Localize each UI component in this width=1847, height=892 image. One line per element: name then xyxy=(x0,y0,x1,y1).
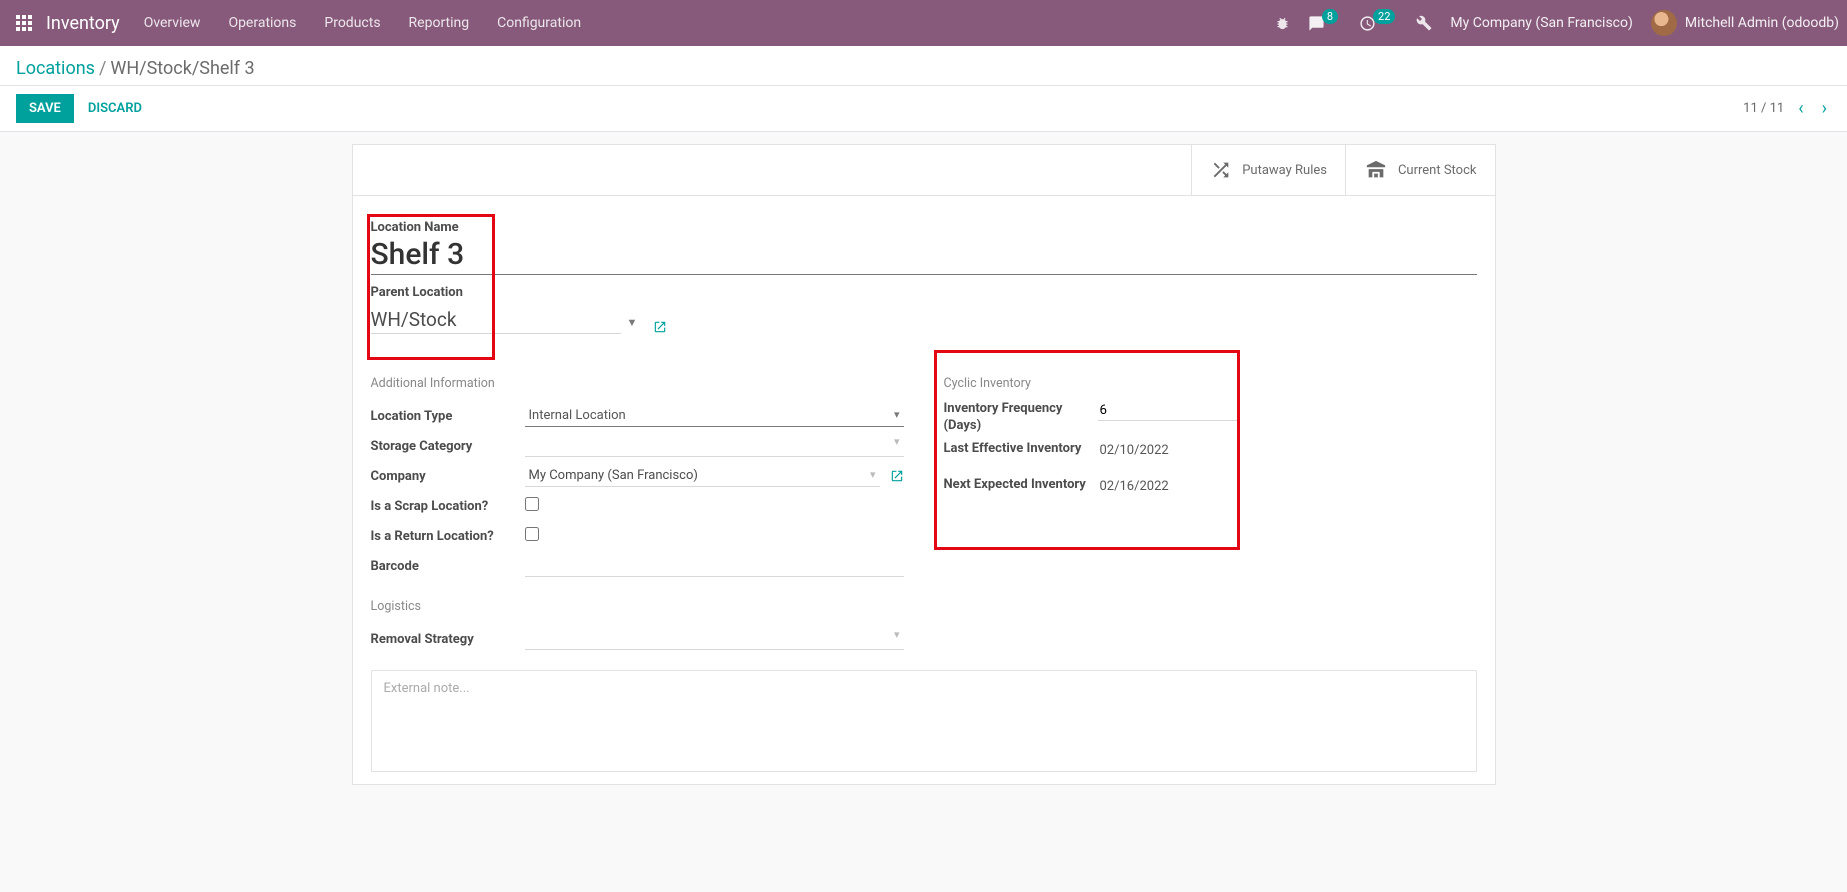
breadcrumb-row: Locations/WH/Stock/Shelf 3 xyxy=(0,46,1847,86)
last-inventory-label: Last Effective Inventory xyxy=(944,441,1098,458)
putaway-label: Putaway Rules xyxy=(1242,163,1327,178)
pager-prev[interactable]: ‹ xyxy=(1794,96,1807,121)
current-stock-button[interactable]: Current Stock xyxy=(1345,145,1495,195)
location-type-select[interactable]: Internal Location xyxy=(525,405,904,427)
removal-strategy-label: Removal Strategy xyxy=(371,632,525,647)
topbar-right: 8 22 My Company (San Francisco) Mitchell… xyxy=(1275,10,1839,36)
breadcrumb-current: WH/Stock/Shelf 3 xyxy=(110,58,254,79)
action-row: SAVE DISCARD 11 / 11 ‹ › xyxy=(0,86,1847,132)
messages-badge: 8 xyxy=(1322,9,1338,24)
app-brand[interactable]: Inventory xyxy=(46,13,120,34)
location-name-label: Location Name xyxy=(371,220,1477,235)
parent-location-input[interactable]: WH/Stock xyxy=(371,306,621,334)
activities-icon[interactable]: 22 xyxy=(1359,15,1398,32)
main-nav: Overview Operations Products Reporting C… xyxy=(144,15,581,31)
scrap-label: Is a Scrap Location? xyxy=(371,499,525,514)
removal-strategy-select[interactable] xyxy=(525,628,904,650)
title-block: Location Name Parent Location WH/Stock ▼ xyxy=(371,214,1477,348)
tools-icon[interactable] xyxy=(1416,15,1432,31)
current-stock-label: Current Stock xyxy=(1398,163,1477,178)
scrap-checkbox[interactable] xyxy=(525,497,539,511)
topbar: Inventory Overview Operations Products R… xyxy=(0,0,1847,46)
nav-configuration[interactable]: Configuration xyxy=(497,15,581,31)
putaway-rules-button[interactable]: Putaway Rules xyxy=(1191,145,1345,195)
discard-button[interactable]: DISCARD xyxy=(88,101,142,116)
save-button[interactable]: SAVE xyxy=(16,94,74,123)
activities-badge: 22 xyxy=(1373,9,1395,24)
next-inventory-label: Next Expected Inventory xyxy=(944,477,1098,494)
return-label: Is a Return Location? xyxy=(371,529,525,544)
storage-category-label: Storage Category xyxy=(371,439,525,454)
pager: 11 / 11 ‹ › xyxy=(1743,96,1831,121)
nav-operations[interactable]: Operations xyxy=(228,15,296,31)
inventory-frequency-label: Inventory Frequency (Days) xyxy=(944,401,1098,435)
external-link-icon[interactable] xyxy=(653,320,667,334)
form-sheet: Putaway Rules Current Stock Location Nam… xyxy=(352,144,1496,785)
logistics-header: Logistics xyxy=(371,599,904,614)
left-column: Additional Information Location Type Int… xyxy=(371,370,904,654)
nav-products[interactable]: Products xyxy=(324,15,380,31)
additional-info-header: Additional Information xyxy=(371,376,904,391)
barcode-input[interactable] xyxy=(525,555,904,577)
next-inventory-value: 02/16/2022 xyxy=(1098,477,1477,496)
breadcrumb: Locations/WH/Stock/Shelf 3 xyxy=(16,58,1831,79)
pager-next[interactable]: › xyxy=(1818,96,1831,121)
user-menu[interactable]: Mitchell Admin (odoodb) xyxy=(1651,10,1839,36)
nav-overview[interactable]: Overview xyxy=(144,15,201,31)
cyclic-inventory-header: Cyclic Inventory xyxy=(944,376,1477,391)
company-label: Company xyxy=(371,469,525,484)
location-name-input[interactable] xyxy=(371,235,1477,275)
user-name: Mitchell Admin (odoodb) xyxy=(1685,15,1839,31)
company-select[interactable]: My Company (San Francisco) xyxy=(525,465,880,487)
location-type-label: Location Type xyxy=(371,409,525,424)
nav-reporting[interactable]: Reporting xyxy=(409,15,470,31)
external-note xyxy=(371,670,1477,772)
apps-icon[interactable] xyxy=(8,15,40,31)
avatar xyxy=(1651,10,1677,36)
last-inventory-value: 02/10/2022 xyxy=(1098,441,1477,460)
company-external-link-icon[interactable] xyxy=(890,469,904,483)
chevron-down-icon[interactable]: ▼ xyxy=(627,316,638,334)
bug-icon[interactable] xyxy=(1275,16,1290,31)
return-checkbox[interactable] xyxy=(525,527,539,541)
messages-icon[interactable]: 8 xyxy=(1308,15,1341,32)
breadcrumb-parent[interactable]: Locations xyxy=(16,58,95,79)
storage-category-select[interactable] xyxy=(525,435,904,457)
company-switcher[interactable]: My Company (San Francisco) xyxy=(1450,15,1632,31)
external-note-input[interactable] xyxy=(372,671,1476,771)
barcode-label: Barcode xyxy=(371,559,525,574)
right-column: Cyclic Inventory Inventory Frequency (Da… xyxy=(944,370,1477,654)
parent-location-label: Parent Location xyxy=(371,285,1477,300)
stat-button-box: Putaway Rules Current Stock xyxy=(353,145,1495,196)
pager-text: 11 / 11 xyxy=(1743,101,1784,116)
inventory-frequency-input[interactable] xyxy=(1098,401,1238,421)
